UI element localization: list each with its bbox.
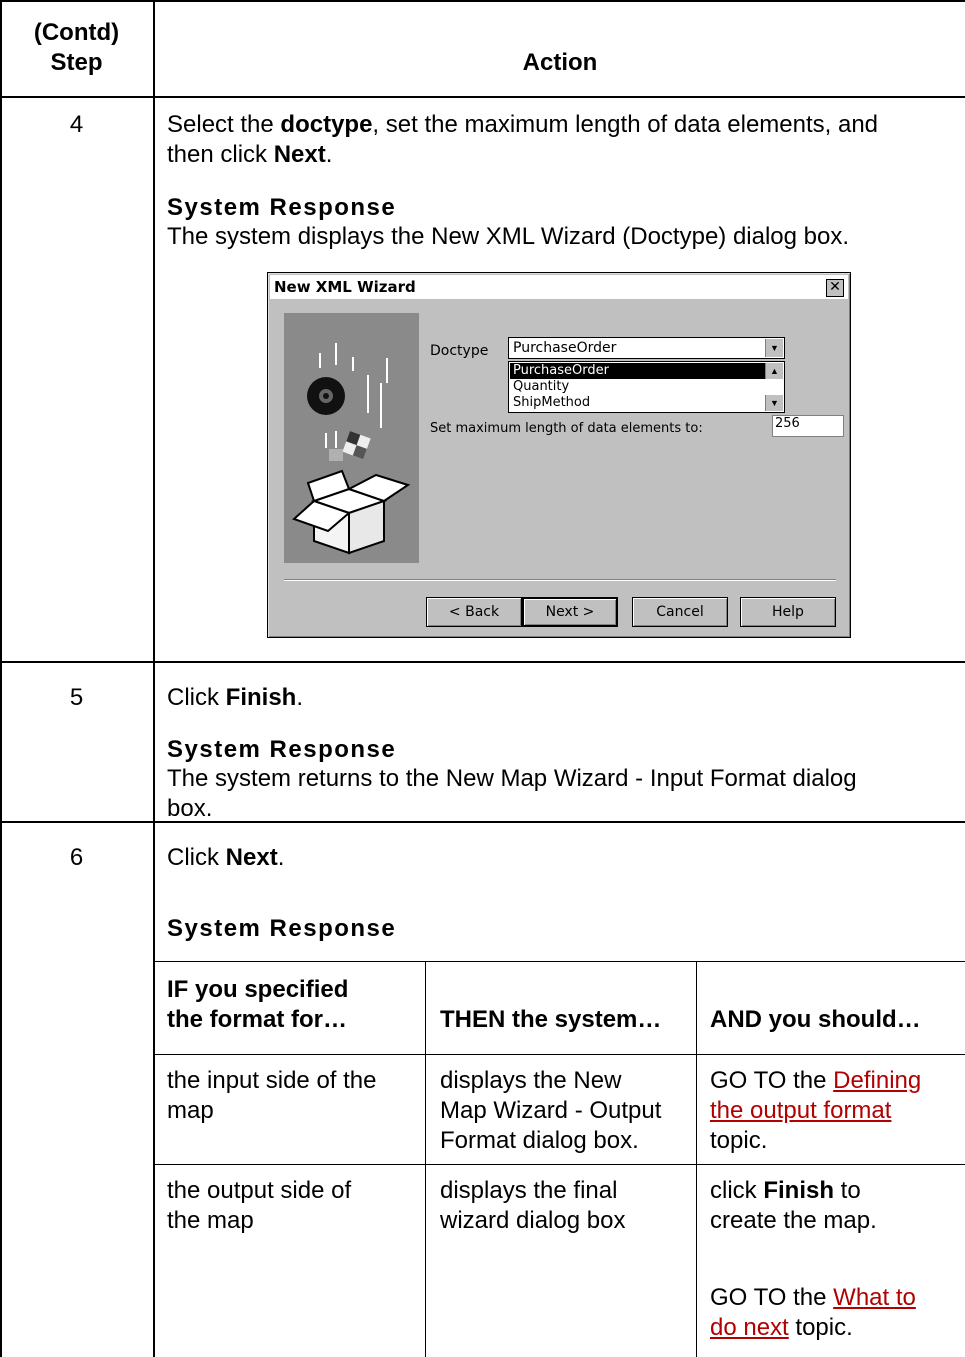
action-header: Action xyxy=(522,49,598,76)
step-number-5: 5 xyxy=(69,684,84,711)
then-column-header: THEN the system… xyxy=(440,1006,662,1033)
step-number-6: 6 xyxy=(69,844,84,871)
step4-instruction: Select the doctype, set the maximum leng… xyxy=(167,111,879,168)
step4-response-text: The system displays the New XML Wizard (… xyxy=(167,223,850,250)
list-item[interactable]: PurchaseOrder xyxy=(510,363,766,379)
close-icon[interactable]: ✕ xyxy=(826,279,844,297)
scroll-up-icon[interactable]: ▲ xyxy=(765,363,783,379)
doctype-label: Doctype xyxy=(430,343,489,359)
next-button[interactable]: Next > xyxy=(522,597,618,627)
row1-then-cell: displays the New Map Wizard - Output For… xyxy=(440,1067,662,1154)
row1-and-cell: GO TO the Defining the output format top… xyxy=(710,1067,922,1154)
dialog-title: New XML Wizard xyxy=(274,278,416,296)
and-column-header: AND you should… xyxy=(710,1006,921,1033)
header-bottom-border xyxy=(0,96,965,98)
table-left-border xyxy=(0,0,2,1357)
if-column-header: IF you specified the format for… xyxy=(167,976,349,1033)
defining-output-format-link-cont[interactable]: the output format xyxy=(710,1097,891,1124)
row2-then-cell: displays the final wizard dialog box xyxy=(440,1177,626,1234)
step5-response-text: The system returns to the New Map Wizard… xyxy=(167,765,857,822)
inner-row1-bottom xyxy=(153,1164,965,1165)
dialog-separator xyxy=(284,579,836,581)
row1-if-cell: the input side of the map xyxy=(167,1067,377,1124)
step-number-4: 4 xyxy=(69,111,84,138)
step5-instruction: Click Finish. xyxy=(167,684,304,711)
dialog-title-bar: New XML Wizard ✕ xyxy=(270,275,848,299)
doctype-combobox[interactable]: PurchaseOrder ▼ xyxy=(508,337,785,359)
inner-col-divider-2 xyxy=(696,961,697,1357)
chevron-down-icon[interactable]: ▼ xyxy=(765,339,783,357)
defining-output-format-link[interactable]: Defining xyxy=(833,1067,921,1094)
what-to-do-next-link[interactable]: What to xyxy=(833,1284,916,1311)
help-button[interactable]: Help xyxy=(740,597,836,627)
step6-response-heading: System Response xyxy=(167,915,397,942)
new-xml-wizard-dialog: New XML Wizard ✕ Doctype PurchaseOrder ▼… xyxy=(267,272,851,638)
what-to-do-next-link-cont[interactable]: do next xyxy=(710,1314,789,1341)
max-length-label: Set maximum length of data elements to: xyxy=(430,421,703,436)
step-header: (Contd) Step xyxy=(33,19,120,76)
table-top-border xyxy=(0,0,965,2)
row2-and-cell: click Finish to create the map. xyxy=(710,1177,877,1234)
list-item[interactable]: Quantity xyxy=(513,379,569,395)
step-column-divider xyxy=(153,0,155,1357)
max-length-value: 256 xyxy=(775,416,800,431)
step6-instruction: Click Next. xyxy=(167,844,285,871)
back-button[interactable]: < Back xyxy=(426,597,522,627)
list-item[interactable]: ShipMethod xyxy=(513,395,590,411)
inner-table-top xyxy=(153,961,965,962)
inner-col-divider-1 xyxy=(425,961,426,1357)
document-page: (Contd) Step Action 4 Select the doctype… xyxy=(0,0,965,1357)
row2-and-cell-next: GO TO the What to do next topic. xyxy=(710,1284,916,1341)
row4-bottom-border xyxy=(0,661,965,663)
doctype-value: PurchaseOrder xyxy=(513,340,617,356)
doctype-dropdown-list[interactable]: PurchaseOrder Quantity ShipMethod ▲ ▼ xyxy=(508,361,785,413)
cancel-button[interactable]: Cancel xyxy=(632,597,728,627)
inner-header-bottom xyxy=(153,1054,965,1055)
step4-response-heading: System Response xyxy=(167,194,397,221)
scroll-down-icon[interactable]: ▼ xyxy=(765,395,783,411)
step5-response-heading: System Response xyxy=(167,736,397,763)
row2-if-cell: the output side of the map xyxy=(167,1177,352,1234)
wizard-illustration xyxy=(284,313,419,563)
max-length-input[interactable]: 256 xyxy=(772,415,844,437)
